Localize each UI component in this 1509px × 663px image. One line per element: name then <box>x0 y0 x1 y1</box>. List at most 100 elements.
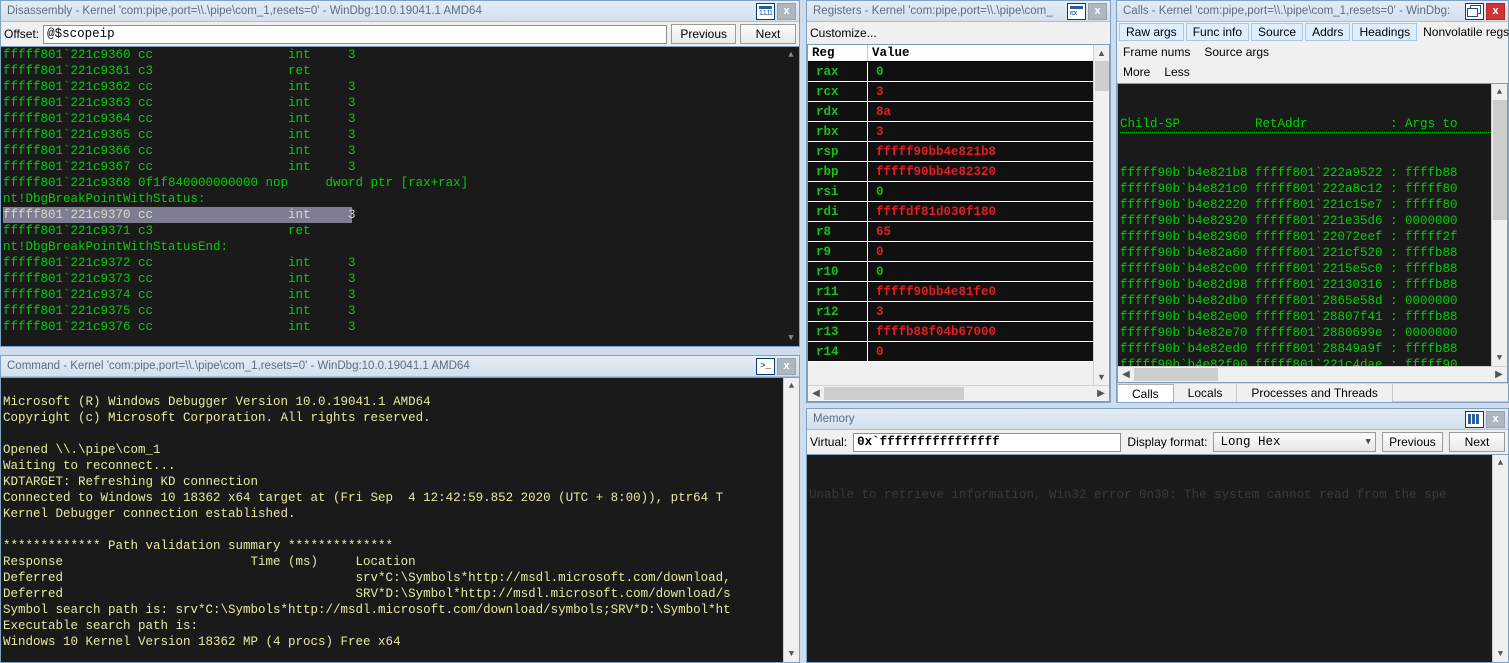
register-row[interactable]: rsi 0 <box>808 181 1109 202</box>
register-row[interactable]: rax 0 <box>808 62 1109 82</box>
command-scroll-up-icon[interactable]: ▲ <box>784 378 800 394</box>
memory-scroll-down-icon[interactable]: ▼ <box>1493 646 1509 662</box>
virtual-address-input[interactable]: 0x`ffffffffffffffff <box>853 432 1122 452</box>
command-pane[interactable]: Microsoft (R) Windows Debugger Version 1… <box>1 377 799 662</box>
disassembly-line[interactable]: fffff801`221c9362 cc int 3 <box>3 79 797 95</box>
registers-scroll-right-icon[interactable]: ▶ <box>1093 388 1109 399</box>
register-value[interactable]: 0 <box>868 245 884 259</box>
disassembly-line[interactable]: fffff801`221c9363 cc int 3 <box>3 95 797 111</box>
calls-scroll-left-icon[interactable]: ◀ <box>1118 369 1134 380</box>
register-value[interactable]: 0 <box>868 65 884 79</box>
call-stack-row[interactable]: fffff90b`b4e82e70 fffff801`2880699e : 00… <box>1120 325 1505 341</box>
register-row[interactable]: r13 ffffb88f04b67000 <box>808 321 1109 342</box>
disassembly-titlebar[interactable]: Disassembly - Kernel 'com:pipe,port=\\.\… <box>1 1 799 22</box>
memory-pane[interactable]: Unable to retrieve information, Win32 er… <box>807 454 1508 662</box>
register-value[interactable]: fffff90bb4e82320 <box>868 165 996 179</box>
memory-next-button[interactable]: Next <box>1449 432 1505 452</box>
disassembly-scroll-up-icon[interactable]: ▲ <box>783 47 799 63</box>
disassembly-line[interactable]: fffff801`221c9365 cc int 3 <box>3 127 797 143</box>
call-stack-row[interactable]: fffff90b`b4e821c0 fffff801`222a8c12 : ff… <box>1120 181 1505 197</box>
register-row[interactable]: rdx 8a <box>808 101 1109 122</box>
register-value[interactable]: ffffb88f04b67000 <box>868 325 996 339</box>
register-value[interactable]: 0 <box>868 265 884 279</box>
command-prompt-icon[interactable]: >_ <box>756 357 775 375</box>
register-row[interactable]: r8 65 <box>808 221 1109 242</box>
calls-stack-view[interactable]: Child-SP RetAddr : Args to fffff90b`b4e8… <box>1117 83 1508 384</box>
memory-grid-icon[interactable] <box>1465 410 1484 428</box>
registers-restore-icon[interactable]: rcx <box>1067 2 1086 20</box>
registers-titlebar[interactable]: Registers - Kernel 'com:pipe,port=\\.\pi… <box>807 1 1110 22</box>
disassembly-line[interactable]: nt!DbgBreakPointWithStatus: <box>3 191 797 207</box>
offset-input[interactable]: @$scopeip <box>43 24 668 44</box>
calls-raw-args-toggle[interactable]: Raw args <box>1119 23 1184 41</box>
command-close-icon[interactable]: x <box>777 357 796 375</box>
disassembly-line[interactable]: fffff801`221c9375 cc int 3 <box>3 303 797 319</box>
disassembly-line[interactable]: fffff801`221c9368 0f1f840000000000 nop d… <box>3 175 797 191</box>
disassembly-restore-icon[interactable]: 1.1.11 <box>756 2 775 20</box>
tab-calls[interactable]: Calls <box>1117 384 1174 402</box>
calls-scroll-right-icon[interactable]: ▶ <box>1491 369 1507 380</box>
calls-addrs-toggle[interactable]: Addrs <box>1305 23 1351 41</box>
calls-pane[interactable]: Child-SP RetAddr : Args to fffff90b`b4e8… <box>1118 84 1508 367</box>
disassembly-close-icon[interactable]: x <box>777 2 796 20</box>
memory-scroll-up-icon[interactable]: ▲ <box>1493 455 1509 471</box>
call-stack-row[interactable]: fffff90b`b4e821b8 fffff801`222a9522 : ff… <box>1120 165 1505 181</box>
disassembly-line[interactable]: fffff801`221c9376 cc int 3 <box>3 319 797 335</box>
memory-vscrollbar[interactable]: ▲ ▼ <box>1492 455 1508 662</box>
disassembly-line[interactable]: fffff801`221c9374 cc int 3 <box>3 287 797 303</box>
call-stack-row[interactable]: fffff90b`b4e82db0 fffff801`2865e58d : 00… <box>1120 293 1505 309</box>
disassembly-line[interactable]: fffff801`221c9370 cc int 3 <box>3 207 356 223</box>
registers-hscrollbar[interactable]: ◀ ▶ <box>808 385 1109 401</box>
command-vscrollbar[interactable]: ▲ ▼ <box>783 378 799 662</box>
register-row[interactable]: r11 fffff90bb4e81fe0 <box>808 281 1109 302</box>
register-row[interactable]: rcx 3 <box>808 81 1109 102</box>
call-stack-row[interactable]: fffff90b`b4e82960 fffff801`22072eef : ff… <box>1120 229 1505 245</box>
call-stack-row[interactable]: fffff90b`b4e82c00 fffff801`2215e5c0 : ff… <box>1120 261 1505 277</box>
calls-frame-nums-toggle[interactable]: Frame nums <box>1119 44 1194 60</box>
register-row[interactable]: r10 0 <box>808 261 1109 282</box>
register-value[interactable]: 3 <box>868 125 884 139</box>
tab-processes-and-threads[interactable]: Processes and Threads <box>1237 384 1393 402</box>
calls-source-args-toggle[interactable]: Source args <box>1200 44 1273 60</box>
calls-nonvolatile-regs-toggle[interactable]: Nonvolatile regs <box>1419 24 1509 40</box>
memory-titlebar[interactable]: Memory x <box>807 409 1508 430</box>
calls-func-info-toggle[interactable]: Func info <box>1185 23 1250 41</box>
register-row[interactable]: rbp fffff90bb4e82320 <box>808 161 1109 182</box>
call-stack-row[interactable]: fffff90b`b4e82f00 fffff801`221c4dae : ff… <box>1120 357 1505 366</box>
calls-scroll-down-icon[interactable]: ▼ <box>1492 350 1508 366</box>
register-value[interactable]: 0 <box>868 185 884 199</box>
call-stack-row[interactable]: fffff90b`b4e82d98 fffff801`22130316 : ff… <box>1120 277 1505 293</box>
register-value[interactable]: 3 <box>868 85 884 99</box>
disassembly-line[interactable]: fffff801`221c9367 cc int 3 <box>3 159 797 175</box>
calls-hscrollbar[interactable]: ◀ ▶ <box>1118 366 1507 383</box>
calls-more-button[interactable]: More <box>1119 64 1154 80</box>
register-value[interactable]: 0 <box>868 345 884 359</box>
memory-close-icon[interactable]: x <box>1486 410 1505 428</box>
calls-vscrollbar[interactable]: ▲ ▼ <box>1491 84 1508 367</box>
calls-source-toggle[interactable]: Source <box>1251 23 1304 41</box>
register-value[interactable]: fffff90bb4e821b8 <box>868 145 996 159</box>
call-stack-row[interactable]: fffff90b`b4e82e00 fffff801`28807f41 : ff… <box>1120 309 1505 325</box>
disassembly-previous-button[interactable]: Previous <box>671 24 736 44</box>
disassembly-line[interactable]: fffff801`221c9360 cc int 3 <box>3 47 797 63</box>
register-value[interactable]: 65 <box>868 225 891 239</box>
calls-headings-toggle[interactable]: Headings <box>1352 23 1418 41</box>
disassembly-vscrollbar[interactable]: ▲ ▼ <box>783 47 799 346</box>
register-row[interactable]: r12 3 <box>808 301 1109 322</box>
registers-vscrollbar[interactable]: ▲ ▼ <box>1093 45 1109 385</box>
command-scroll-down-icon[interactable]: ▼ <box>784 646 800 662</box>
disassembly-line[interactable]: fffff801`221c9361 c3 ret <box>3 63 797 79</box>
register-row[interactable]: rbx 3 <box>808 121 1109 142</box>
call-stack-row[interactable]: fffff90b`b4e82220 fffff801`221c15e7 : ff… <box>1120 197 1505 213</box>
register-row[interactable]: r9 0 <box>808 241 1109 262</box>
call-stack-row[interactable]: fffff90b`b4e82ed0 fffff801`28849a9f : ff… <box>1120 341 1505 357</box>
disassembly-line[interactable]: fffff801`221c9366 cc int 3 <box>3 143 797 159</box>
disassembly-next-button[interactable]: Next <box>740 24 796 44</box>
memory-previous-button[interactable]: Previous <box>1381 432 1443 452</box>
register-row[interactable]: rsp fffff90bb4e821b8 <box>808 141 1109 162</box>
registers-grid[interactable]: Reg Value rax 0 rcx 3 rdx 8a rbx 3 rsp fffff90bb4… <box>807 44 1110 402</box>
call-stack-row[interactable]: fffff90b`b4e82920 fffff801`221e35d6 : 00… <box>1120 213 1505 229</box>
disassembly-scroll-down-icon[interactable]: ▼ <box>783 330 799 346</box>
registers-scroll-down-icon[interactable]: ▼ <box>1094 369 1110 385</box>
register-value[interactable]: ffffdf81d030f180 <box>868 205 996 219</box>
